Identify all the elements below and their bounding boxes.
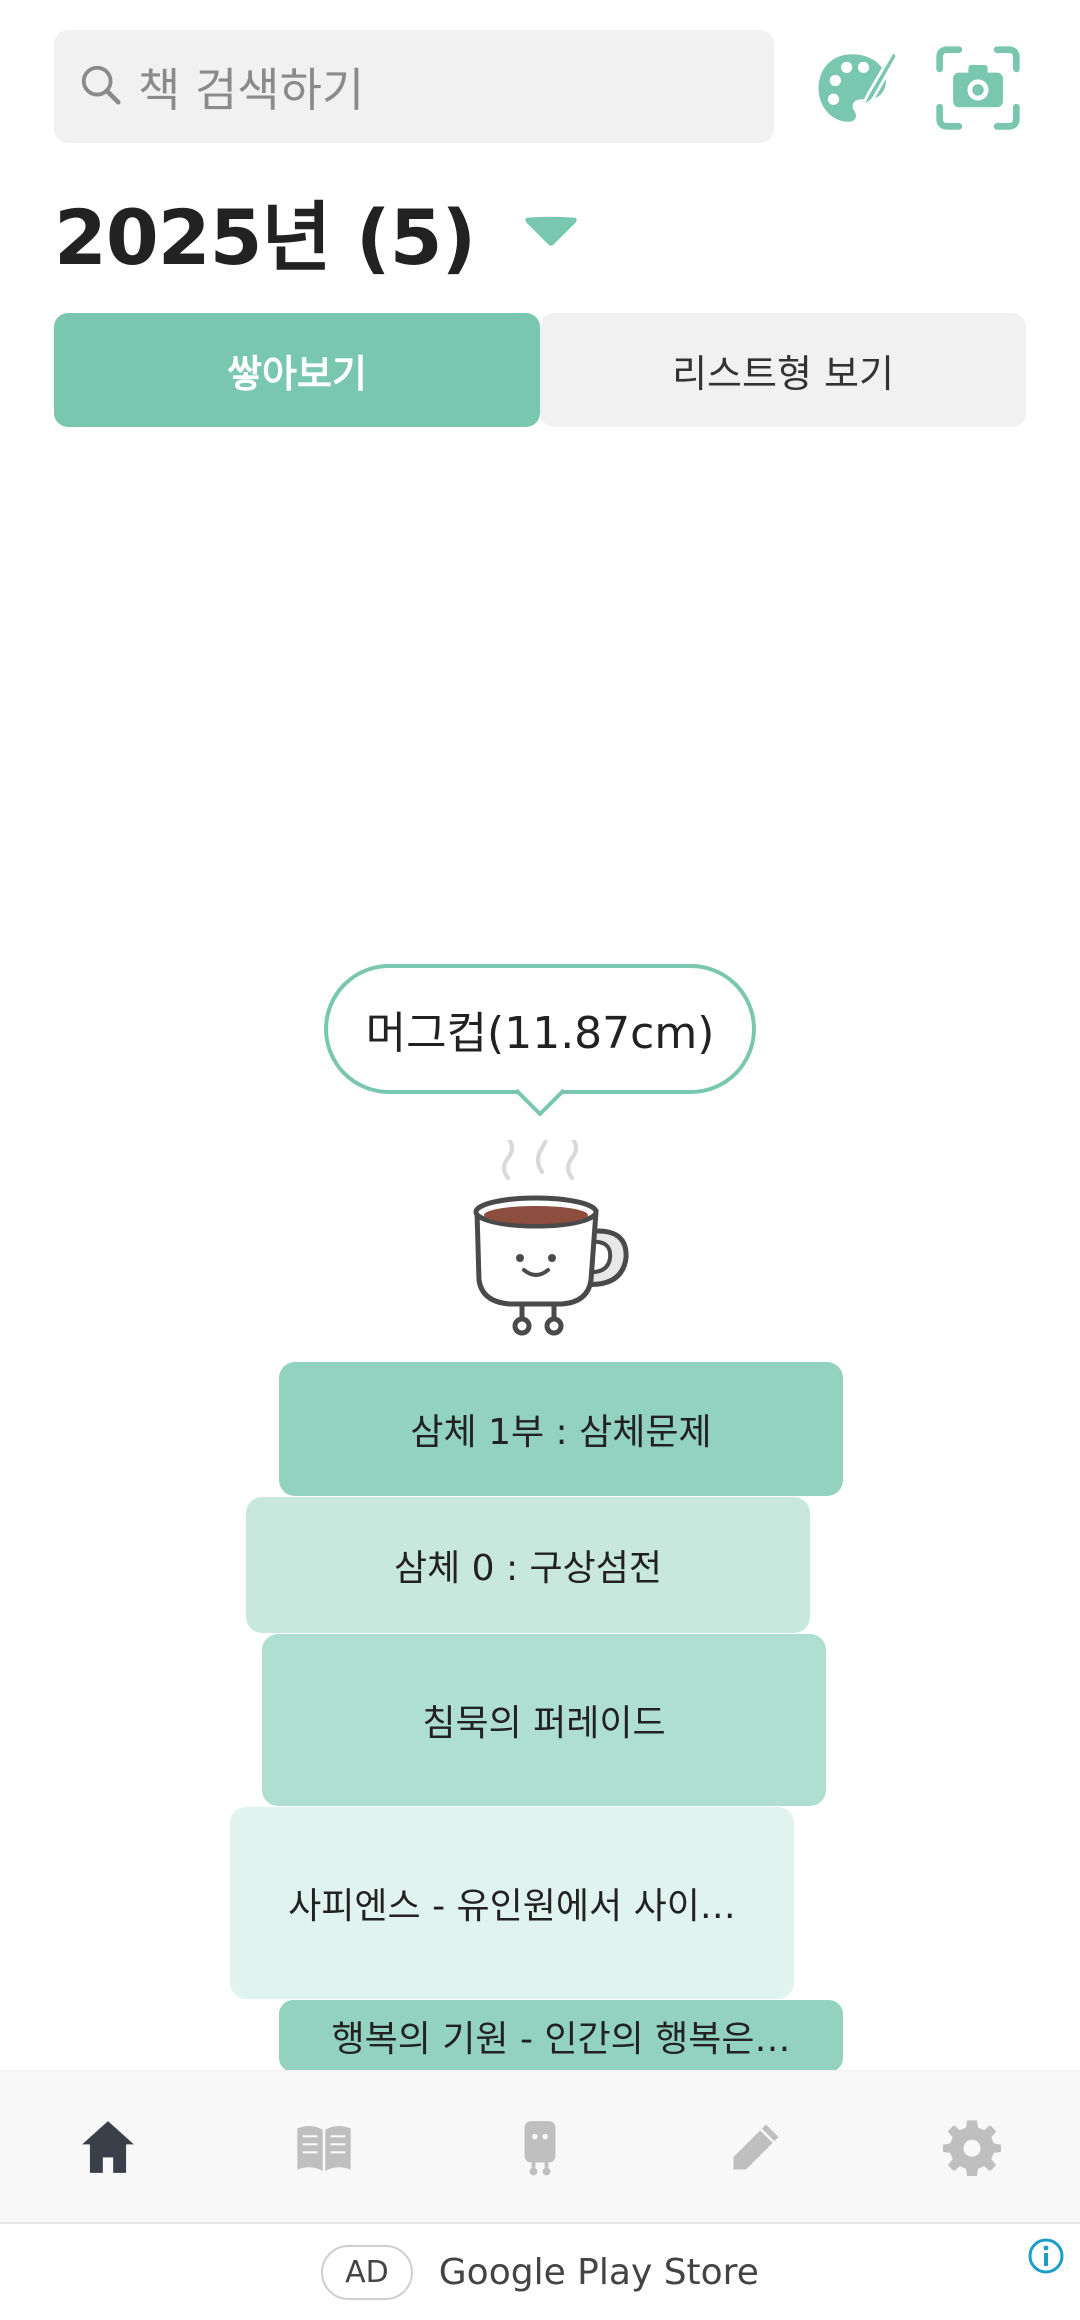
palette-icon[interactable] (808, 40, 904, 136)
search-input[interactable]: 책 검색하기 (54, 30, 774, 143)
info-icon[interactable] (1026, 2236, 1066, 2276)
character-icon (524, 2120, 556, 2175)
camera-scan-icon[interactable] (930, 40, 1026, 136)
book-spine[interactable]: 침묵의 퍼레이드 (262, 1634, 826, 1806)
stack-height-label: 머그컵(11.87cm) (365, 1008, 715, 1059)
view-toggle: 쌓아보기 리스트형 보기 (54, 313, 1026, 427)
nav-write[interactable] (696, 2087, 816, 2207)
search-placeholder: 책 검색하기 (138, 62, 365, 117)
bottom-navigation (0, 2070, 1080, 2222)
book-title: 삼체 1부 : 삼체문제 (410, 1412, 712, 1453)
book-title: 사피엔스 - 유인원에서 사이… (288, 1886, 736, 1927)
mug-character-icon (473, 1140, 629, 1336)
nav-home[interactable] (48, 2087, 168, 2207)
ad-badge: AD (321, 2244, 413, 2300)
book-spine[interactable]: 삼체 0 : 구상섬전 (246, 1497, 810, 1633)
pencil-icon (733, 2124, 779, 2169)
tab-stack-view[interactable]: 쌓아보기 (54, 313, 540, 427)
book-open-icon (297, 2125, 351, 2171)
bubble-tail (516, 1088, 564, 1116)
page-title: 2025년 (5) (54, 193, 476, 282)
book-spine[interactable]: 사피엔스 - 유인원에서 사이… (230, 1807, 794, 1999)
stack-height-bubble: 머그컵(11.87cm) (324, 964, 756, 1094)
home-icon (82, 2120, 134, 2173)
book-spine[interactable]: 삼체 1부 : 삼체문제 (279, 1362, 843, 1496)
ad-text: Google Play Store (438, 2251, 759, 2293)
book-spine[interactable]: 행복의 기원 - 인간의 행복은… (279, 2000, 843, 2072)
tab-list-view[interactable]: 리스트형 보기 (540, 313, 1026, 427)
nav-library[interactable] (264, 2087, 384, 2207)
ad-banner[interactable]: AD Google Play Store (0, 2222, 1080, 2320)
book-title: 행복의 기원 - 인간의 행복은… (331, 2019, 791, 2060)
nav-character[interactable] (480, 2087, 600, 2207)
caret-down-icon[interactable] (521, 211, 581, 251)
search-icon (78, 62, 124, 112)
book-title: 침묵의 퍼레이드 (422, 1703, 666, 1744)
gear-icon (943, 2119, 1001, 2176)
book-title: 삼체 0 : 구상섬전 (393, 1548, 663, 1589)
nav-settings[interactable] (912, 2087, 1032, 2207)
